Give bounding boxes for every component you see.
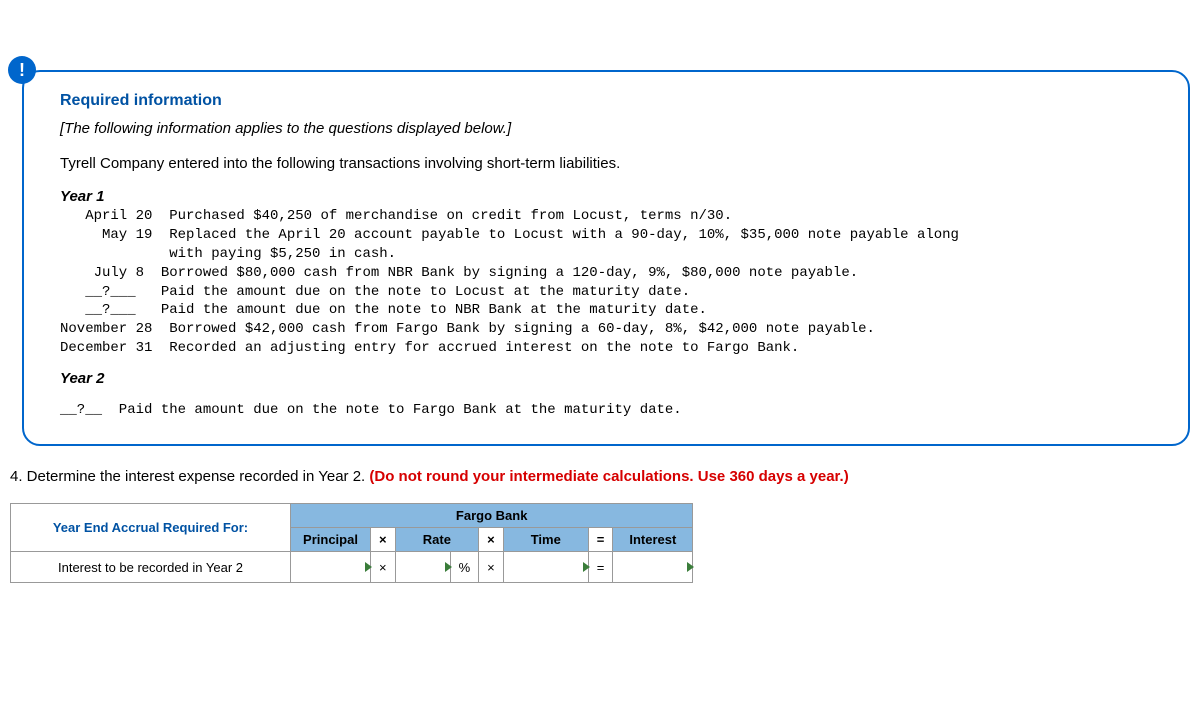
info-panel: Required information [The following info… bbox=[22, 70, 1190, 446]
question-instruction: (Do not round your intermediate calculat… bbox=[369, 468, 848, 485]
rate-cell bbox=[395, 552, 450, 583]
op-times-2: × bbox=[479, 552, 504, 583]
row-interest-label: Interest to be recorded in Year 2 bbox=[11, 552, 291, 583]
op-times-header-2: × bbox=[479, 528, 504, 552]
dropdown-arrow-icon[interactable] bbox=[687, 562, 694, 572]
intro-line: Tyrell Company entered into the followin… bbox=[60, 155, 1164, 172]
year2-transactions: __?__ Paid the amount due on the note to… bbox=[60, 401, 1164, 420]
pct-label: % bbox=[450, 552, 479, 583]
interest-cell bbox=[613, 552, 693, 583]
interest-input[interactable] bbox=[621, 556, 684, 578]
required-heading: Required information bbox=[60, 92, 1164, 110]
col-principal: Principal bbox=[291, 528, 371, 552]
col-time: Time bbox=[503, 528, 588, 552]
info-icon-glyph: ! bbox=[19, 60, 25, 81]
year1-label: Year 1 bbox=[60, 188, 1164, 205]
op-times-header-1: × bbox=[371, 528, 396, 552]
question-text: Determine the interest expense recorded … bbox=[23, 468, 370, 485]
year1-transactions: April 20 Purchased $40,250 of merchandis… bbox=[60, 207, 1164, 358]
question-number: 4. bbox=[10, 468, 23, 485]
dropdown-arrow-icon[interactable] bbox=[365, 562, 372, 572]
op-times-1: × bbox=[371, 552, 396, 583]
principal-cell bbox=[291, 552, 371, 583]
op-eq-1: = bbox=[588, 552, 613, 583]
question-line: 4. Determine the interest expense record… bbox=[10, 468, 1190, 485]
dropdown-arrow-icon[interactable] bbox=[583, 562, 590, 572]
fargo-header: Fargo Bank bbox=[291, 504, 693, 528]
year2-label: Year 2 bbox=[60, 370, 1164, 387]
rate-input[interactable] bbox=[404, 556, 442, 578]
dropdown-arrow-icon[interactable] bbox=[445, 562, 452, 572]
col-rate: Rate bbox=[395, 528, 479, 552]
time-cell bbox=[503, 552, 588, 583]
time-input[interactable] bbox=[512, 556, 580, 578]
calc-table: Year End Accrual Required For: Fargo Ban… bbox=[10, 503, 693, 583]
accrual-header: Year End Accrual Required For: bbox=[11, 504, 291, 552]
info-icon: ! bbox=[8, 56, 36, 84]
applies-line: [The following information applies to th… bbox=[60, 120, 1164, 137]
principal-input[interactable] bbox=[299, 556, 362, 578]
op-eq-header: = bbox=[588, 528, 613, 552]
col-interest: Interest bbox=[613, 528, 693, 552]
